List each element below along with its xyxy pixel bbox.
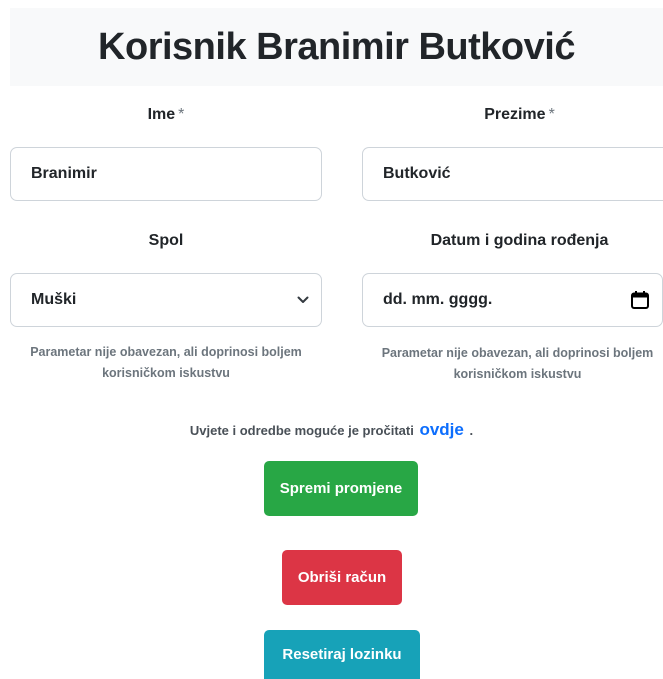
page-title: Korisnik Branimir Butković <box>98 25 575 68</box>
page-header: Korisnik Branimir Butković <box>10 8 663 86</box>
last-name-label: Prezime * <box>362 106 663 124</box>
delete-account-button[interactable]: Obriši račun <box>282 550 402 605</box>
gender-label: Spol <box>148 232 184 249</box>
terms-text: Uvjete i odredbe moguće je pročitati <box>189 423 414 438</box>
user-profile-page: Korisnik Branimir Butković Ime * Prezime *… <box>0 0 663 679</box>
terms-link[interactable]: ovdje <box>419 420 463 439</box>
first-name-input[interactable]: Branimir <box>10 147 322 201</box>
birth-date-placeholder: dd. mm. gggg. <box>383 291 493 308</box>
required-mark: * <box>178 106 185 123</box>
first-name-label: Ime * <box>10 106 322 124</box>
last-name-label-text: Prezime <box>484 106 546 123</box>
calendar-icon[interactable] <box>630 290 650 310</box>
required-mark: * <box>548 106 555 123</box>
birth-date-label: Datum i godina rođenja <box>430 232 609 249</box>
save-changes-button[interactable]: Spremi promjene <box>264 461 418 516</box>
last-name-value: Butković <box>383 165 451 182</box>
gender-select[interactable]: Muški <box>10 273 322 327</box>
gender-selected-value: Muški <box>31 291 77 308</box>
terms-notice: Uvjete i odredbe moguće je pročitati ovd… <box>0 420 663 440</box>
gender-hint: Parametar nije obavezan, ali doprinosi b… <box>30 345 302 380</box>
last-name-input[interactable]: Butković <box>362 147 663 201</box>
birth-date-input[interactable]: dd. mm. gggg. <box>362 273 663 327</box>
chevron-down-icon <box>297 295 309 305</box>
reset-password-button[interactable]: Resetiraj lozinku <box>264 630 420 679</box>
terms-suffix: . <box>469 423 474 438</box>
first-name-label-text: Ime <box>147 106 176 123</box>
birth-date-hint: Parametar nije obavezan, ali doprinosi b… <box>381 346 654 381</box>
first-name-value: Branimir <box>31 165 97 182</box>
